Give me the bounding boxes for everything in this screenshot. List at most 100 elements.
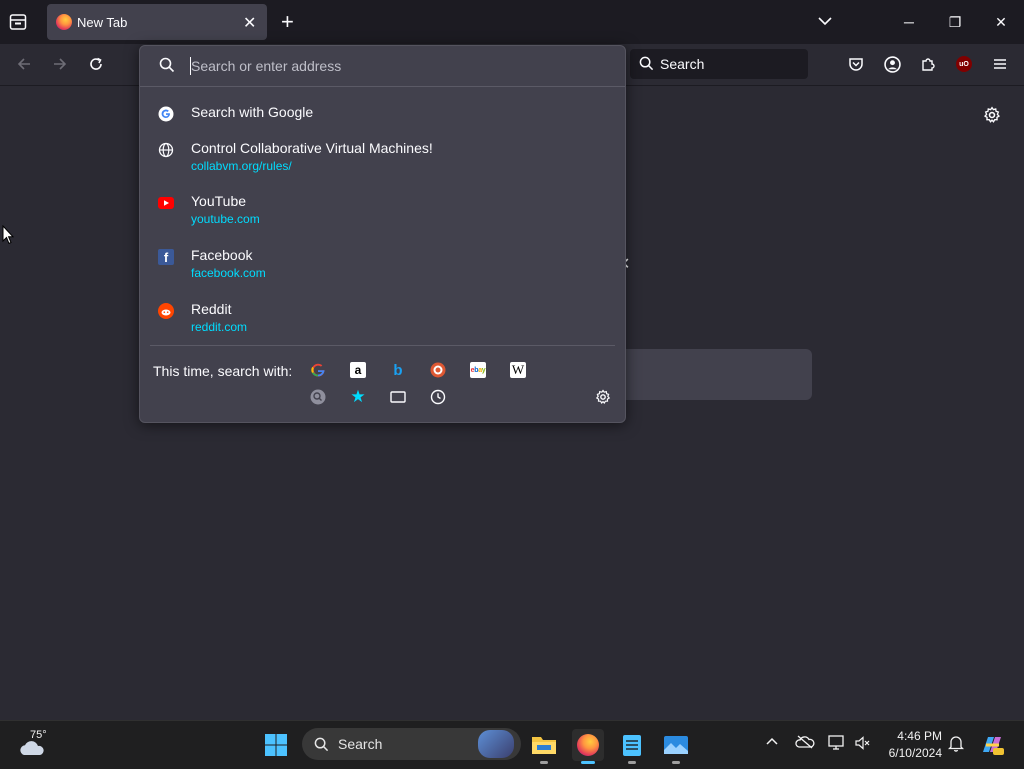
- show-hidden-icons-button[interactable]: [765, 735, 779, 752]
- close-window-button[interactable]: ✕: [978, 0, 1024, 44]
- list-all-tabs-button[interactable]: [817, 13, 833, 34]
- account-button[interactable]: [878, 50, 906, 78]
- windows-icon: [265, 734, 287, 756]
- url-input-placeholder: Search or enter address: [191, 58, 342, 74]
- url-input[interactable]: Search or enter address: [140, 46, 625, 87]
- active-indicator: [581, 761, 595, 764]
- bing-icon[interactable]: b: [390, 362, 406, 379]
- tab-new-tab[interactable]: New Tab ✕: [47, 4, 267, 40]
- history-icon[interactable]: [430, 389, 446, 405]
- search-icon: [159, 57, 175, 73]
- tab-close-icon[interactable]: ✕: [243, 13, 256, 33]
- search-settings-button[interactable]: [595, 389, 611, 405]
- back-button[interactable]: [10, 50, 38, 78]
- start-button[interactable]: [260, 729, 292, 761]
- volume-button[interactable]: [854, 735, 870, 754]
- google-icon[interactable]: [310, 362, 326, 378]
- bookmarks-icon[interactable]: ★: [350, 387, 366, 406]
- page-search-box[interactable]: [600, 349, 812, 400]
- cloud-rain-icon: [20, 741, 44, 755]
- running-indicator: [672, 761, 680, 764]
- suggestion-url: collabvm.org/rules/: [191, 159, 292, 173]
- notepad-icon: [623, 735, 641, 756]
- tab-title: New Tab: [77, 15, 128, 30]
- suggestion-facebook[interactable]: f Facebook facebook.com: [140, 241, 625, 293]
- amazon-icon[interactable]: a: [350, 362, 366, 378]
- reload-button[interactable]: [82, 50, 110, 78]
- suggestion-collabvm[interactable]: Control Collaborative Virtual Machines! …: [140, 134, 625, 186]
- suggestion-title: Facebook: [191, 247, 253, 263]
- chevron-down-icon: [818, 17, 832, 26]
- tab-strip: New Tab ✕ + ─ ❐ ✕: [0, 0, 1024, 44]
- forward-button[interactable]: [46, 50, 74, 78]
- gear-icon: [595, 389, 611, 404]
- extensions-button[interactable]: [914, 50, 942, 78]
- taskbar-search-label: Search: [338, 736, 383, 752]
- ebay-icon[interactable]: ebay: [470, 362, 486, 378]
- weather-widget[interactable]: 75°: [18, 729, 52, 761]
- network-button[interactable]: [828, 735, 846, 754]
- firefox-taskbar-button[interactable]: [572, 729, 604, 764]
- ublock-origin-button[interactable]: uO: [950, 50, 978, 78]
- duckduckgo-icon[interactable]: [430, 362, 446, 378]
- search-icon: [314, 737, 329, 752]
- urlbar-dropdown: Search or enter address Search with Goog…: [139, 45, 626, 423]
- taskbar: 75° Search 4:46 PM 6/10/2024: [0, 720, 1024, 769]
- tabs-icon[interactable]: [390, 389, 406, 405]
- back-arrow-icon: [17, 58, 30, 70]
- clock-date[interactable]: 6/10/2024: [884, 746, 942, 760]
- suggestion-url: youtube.com: [191, 212, 260, 226]
- one-off-search-label: This time, search with:: [153, 363, 293, 379]
- customize-new-tab-button[interactable]: [983, 106, 1001, 129]
- menu-button[interactable]: [986, 50, 1014, 78]
- chevron-up-icon: [766, 737, 778, 745]
- facebook-icon: f: [158, 249, 174, 265]
- speaker-muted-icon: [855, 736, 870, 750]
- network-icon: [828, 735, 844, 750]
- reload-icon: [90, 57, 102, 70]
- forward-arrow-icon: [54, 58, 67, 70]
- search-bar[interactable]: Search: [630, 49, 808, 79]
- folder-icon: [532, 737, 556, 754]
- suggestion-url: reddit.com: [191, 320, 248, 334]
- copilot-button[interactable]: [976, 729, 1008, 761]
- google-icon: [158, 106, 174, 122]
- suggestion-youtube[interactable]: YouTube youtube.com: [140, 187, 625, 239]
- firefox-view-icon: [9, 14, 27, 30]
- suggestion-reddit[interactable]: Reddit reddit.com: [140, 295, 625, 347]
- suggestion-title: Search with Google: [191, 104, 314, 120]
- search-highlight-icon: [478, 730, 514, 758]
- reddit-icon: [158, 303, 174, 319]
- ublock-origin-icon: uO: [956, 56, 972, 72]
- cloud-offline-icon: [795, 735, 815, 749]
- notifications-button[interactable]: [947, 735, 965, 755]
- youtube-icon: [158, 195, 174, 211]
- mouse-cursor-icon: [2, 224, 15, 250]
- maximize-button[interactable]: ❐: [932, 0, 978, 44]
- globe-icon: [158, 142, 174, 158]
- weather-temp: 75°: [30, 729, 47, 741]
- bell-icon: [947, 736, 965, 752]
- new-tab-button[interactable]: +: [281, 9, 294, 35]
- suggestion-title: Reddit: [191, 301, 232, 317]
- taskbar-search-box[interactable]: Search: [302, 728, 521, 760]
- photos-icon: [664, 736, 688, 754]
- wikipedia-icon[interactable]: W: [510, 362, 526, 378]
- account-icon: [883, 55, 901, 73]
- clock-time[interactable]: 4:46 PM: [884, 729, 942, 743]
- puzzle-icon: [922, 58, 935, 71]
- firefox-view-button[interactable]: [8, 12, 30, 32]
- divider: [150, 345, 615, 346]
- search-bar-label: Search: [660, 56, 705, 72]
- minimize-button[interactable]: ─: [886, 0, 932, 44]
- pocket-button[interactable]: [842, 50, 870, 78]
- suggestion-title: Control Collaborative Virtual Machines!: [191, 140, 433, 156]
- gear-icon: [983, 106, 1001, 123]
- onedrive-button[interactable]: [795, 735, 815, 752]
- file-explorer-button[interactable]: [528, 729, 560, 764]
- running-indicator: [628, 761, 636, 764]
- copilot-icon: [983, 737, 1004, 755]
- search-history-icon[interactable]: [310, 389, 326, 405]
- notepad-button[interactable]: [616, 729, 648, 764]
- photos-button[interactable]: [660, 729, 692, 764]
